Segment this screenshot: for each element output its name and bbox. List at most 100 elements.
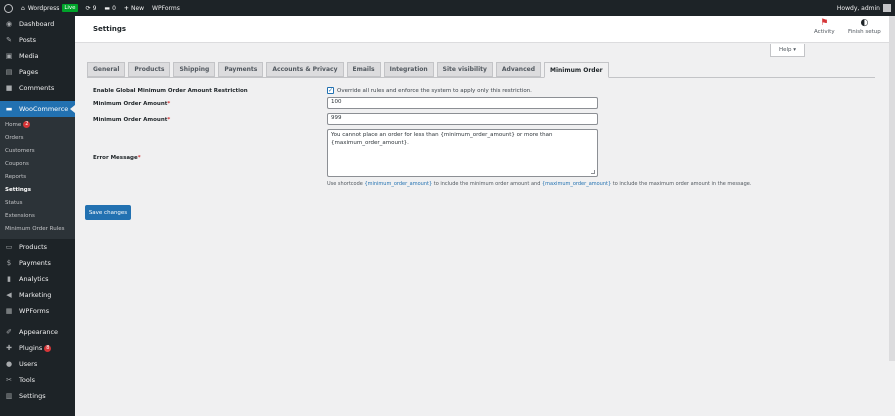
submenu-item-customers[interactable]: Customers bbox=[0, 145, 75, 158]
sidebar-item-payments[interactable]: $ Payments bbox=[0, 255, 75, 271]
wpforms-icon: ▦ bbox=[5, 307, 13, 315]
settings-tabs: General Products Shipping Payments Accounts … bbox=[87, 62, 875, 78]
help-button[interactable]: Help ▾ bbox=[770, 44, 805, 57]
error-message-textarea[interactable]: You cannot place an order for less than … bbox=[327, 129, 598, 177]
users-icon: ● bbox=[5, 360, 13, 368]
updates-menu[interactable]: ⟳ 9 bbox=[82, 0, 101, 16]
tab-integration[interactable]: Integration bbox=[383, 62, 434, 77]
submenu-item-label: Settings bbox=[5, 187, 31, 193]
sidebar-item-woocommerce[interactable]: ▬ WooCommerce bbox=[0, 101, 75, 117]
enable-checkbox-row[interactable]: ✓ Override all rules and enforce the sys… bbox=[327, 87, 532, 94]
submenu-item-label: Status bbox=[5, 200, 23, 206]
comments-menu[interactable]: ▬ 0 bbox=[100, 0, 120, 16]
submenu-item-minimum-order-rules[interactable]: Minimum Order Rules bbox=[0, 223, 75, 236]
sidebar-item-wpforms[interactable]: ▦ WPForms bbox=[0, 303, 75, 319]
site-name: Wordpress bbox=[27, 4, 60, 12]
submenu-item-label: Customers bbox=[5, 148, 35, 154]
tab-minimum-order[interactable]: Minimum Order bbox=[544, 62, 609, 78]
save-changes-button[interactable]: Save changes bbox=[85, 205, 131, 220]
plus-icon: + bbox=[123, 4, 129, 12]
comment-bubble-icon: ▬ bbox=[104, 4, 111, 12]
sidebar-item-pages[interactable]: ▤ Pages bbox=[0, 64, 75, 80]
submenu-item-extensions[interactable]: Extensions bbox=[0, 210, 75, 223]
sidebar-item-tools[interactable]: ✂ Tools bbox=[0, 372, 75, 388]
sidebar-item-comments[interactable]: ■ Comments bbox=[0, 80, 75, 96]
submenu-item-settings[interactable]: Settings bbox=[0, 184, 75, 197]
marketing-icon: ◀ bbox=[6, 291, 12, 299]
help-prefix: Use shortcode bbox=[327, 181, 365, 187]
error-message-label-text: Error Message bbox=[93, 155, 138, 161]
sidebar-item-label: Settings bbox=[19, 392, 46, 400]
new-label: New bbox=[130, 4, 145, 12]
tab-accounts-privacy[interactable]: Accounts & Privacy bbox=[266, 62, 344, 77]
enable-checkbox-text: Override all rules and enforce the syste… bbox=[337, 87, 532, 94]
submenu-item-reports[interactable]: Reports bbox=[0, 171, 75, 184]
media-icon: ▣ bbox=[5, 52, 13, 60]
max-amount-label-text: Minimum Order Amount bbox=[93, 117, 168, 123]
tab-general[interactable]: General bbox=[87, 62, 126, 77]
submenu-item-label: Reports bbox=[5, 174, 27, 180]
sidebar-item-media[interactable]: ▣ Media bbox=[0, 48, 75, 64]
sidebar-item-users[interactable]: ● Users bbox=[0, 356, 75, 372]
help-mid: to include the minimum order amount and bbox=[432, 181, 542, 187]
submenu-item-coupons[interactable]: Coupons bbox=[0, 158, 75, 171]
howdy-text: Howdy, admin bbox=[836, 4, 880, 12]
comments-icon: ■ bbox=[5, 84, 13, 92]
account-menu[interactable]: Howdy, admin bbox=[833, 0, 895, 16]
tab-payments[interactable]: Payments bbox=[218, 62, 264, 77]
max-amount-label: Minimum Order Amount* bbox=[93, 117, 170, 123]
wp-logo-menu[interactable] bbox=[0, 0, 17, 16]
analytics-icon: ▮ bbox=[7, 275, 11, 283]
admin-sidebar: ◉ Dashboard ✎ Posts ▣ Media ▤ Pages ■ Comments ▬ … bbox=[0, 16, 75, 416]
submenu-item-label: Home bbox=[5, 122, 22, 128]
tab-shipping[interactable]: Shipping bbox=[173, 62, 216, 77]
tab-products[interactable]: Products bbox=[128, 62, 171, 77]
submenu-item-orders[interactable]: Orders bbox=[0, 132, 75, 145]
activity-button[interactable]: ⚑ Activity bbox=[814, 18, 835, 35]
payments-icon: $ bbox=[6, 259, 12, 267]
max-amount-input[interactable]: 999 bbox=[327, 113, 598, 125]
sidebar-item-appearance[interactable]: ✐ Appearance bbox=[0, 324, 75, 340]
required-mark: * bbox=[167, 101, 171, 107]
sidebar-item-label: Appearance bbox=[19, 328, 59, 336]
sidebar-item-label: Pages bbox=[19, 68, 39, 76]
new-content-menu[interactable]: + New bbox=[120, 0, 148, 16]
submenu-item-status[interactable]: Status bbox=[0, 197, 75, 210]
updates-icon: ⟳ bbox=[85, 4, 91, 12]
sidebar-item-analytics[interactable]: ▮ Analytics bbox=[0, 271, 75, 287]
sidebar-item-dashboard[interactable]: ◉ Dashboard bbox=[0, 16, 75, 32]
resize-grip-icon[interactable] bbox=[591, 170, 595, 174]
sidebar-item-plugins[interactable]: ✚ Plugins 8 bbox=[0, 340, 75, 356]
min-amount-input[interactable]: 100 bbox=[327, 97, 598, 109]
wordpress-logo-icon bbox=[4, 3, 13, 13]
sidebar-item-settings[interactable]: ▥ Settings bbox=[0, 388, 75, 404]
site-name-menu[interactable]: ⌂ Wordpress Live bbox=[17, 0, 82, 16]
pages-icon: ▤ bbox=[5, 68, 13, 76]
sidebar-item-products[interactable]: ▭ Products bbox=[0, 239, 75, 255]
tab-emails[interactable]: Emails bbox=[346, 62, 381, 77]
finish-setup-button[interactable]: ◐ Finish setup bbox=[848, 18, 881, 35]
help-suffix: to include the maximum order amount in t… bbox=[611, 181, 752, 187]
wpforms-menu[interactable]: WPForms bbox=[148, 0, 184, 16]
sidebar-item-marketing[interactable]: ◀ Marketing bbox=[0, 287, 75, 303]
tab-site-visibility[interactable]: Site visibility bbox=[436, 62, 493, 77]
sidebar-item-label: Payments bbox=[19, 259, 51, 267]
sidebar-item-posts[interactable]: ✎ Posts bbox=[0, 32, 75, 48]
submenu-item-label: Coupons bbox=[5, 161, 29, 167]
live-badge: Live bbox=[62, 4, 78, 12]
sidebar-item-label: WPForms bbox=[19, 307, 50, 315]
submenu-item-label: Minimum Order Rules bbox=[5, 226, 65, 232]
sidebar-item-label: Dashboard bbox=[19, 20, 55, 28]
min-amount-label-text: Minimum Order Amount bbox=[93, 101, 168, 107]
submenu-item-label: Extensions bbox=[5, 213, 35, 219]
scrollbar[interactable] bbox=[889, 16, 895, 361]
activity-label: Activity bbox=[814, 29, 835, 35]
flag-icon: ⚑ bbox=[820, 18, 829, 28]
required-mark: * bbox=[167, 117, 171, 123]
settings-icon: ▥ bbox=[5, 392, 13, 400]
sidebar-item-label: Media bbox=[19, 52, 39, 60]
enable-checkbox[interactable]: ✓ bbox=[327, 87, 334, 94]
admin-bar: ⌂ Wordpress Live ⟳ 9 ▬ 0 + New WPForms H… bbox=[0, 0, 895, 16]
tab-advanced[interactable]: Advanced bbox=[495, 62, 541, 77]
submenu-item-home[interactable]: Home 2 bbox=[0, 119, 75, 132]
